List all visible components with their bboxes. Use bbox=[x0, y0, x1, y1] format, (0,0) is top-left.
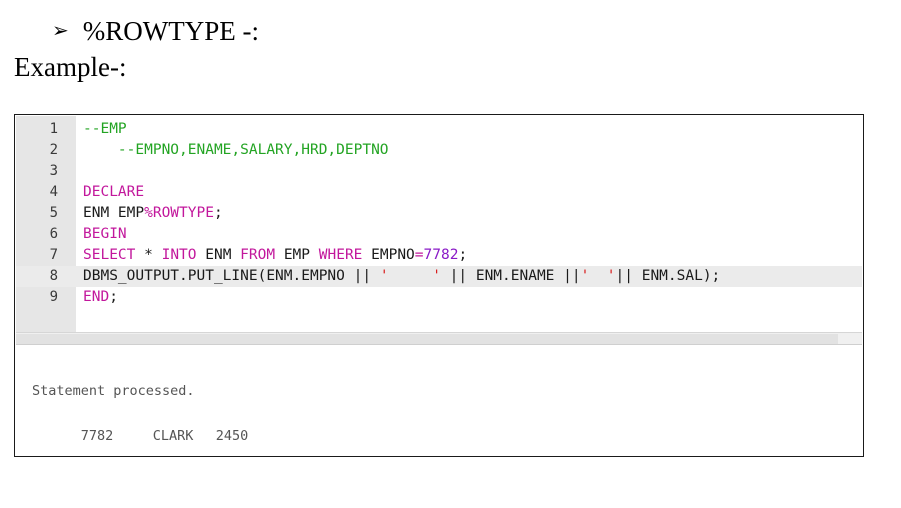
code-line[interactable]: 8 DBMS_OUTPUT.PUT_LINE(ENM.EMPNO || ' ' |… bbox=[16, 266, 862, 287]
code-text: --EMPNO,ENAME,SALARY,HRD,DEPTNO bbox=[83, 140, 389, 161]
output-sal: 2450 bbox=[215, 428, 249, 444]
code-token: || ENM.SAL); bbox=[615, 268, 721, 284]
code-token: EMP bbox=[275, 247, 319, 263]
code-text: --EMP bbox=[83, 119, 127, 140]
code-token: || ENM.ENAME || bbox=[440, 268, 581, 284]
code-token: BEGIN bbox=[83, 226, 127, 242]
code-token: SELECT bbox=[83, 247, 136, 263]
line-number: 3 bbox=[49, 163, 58, 179]
output-empno: 7782 bbox=[80, 428, 114, 444]
code-token: ; bbox=[458, 247, 468, 263]
output-status-text: Statement processed. bbox=[32, 383, 195, 399]
code-text: DBMS_OUTPUT.PUT_LINE(ENM.EMPNO || ' ' ||… bbox=[83, 266, 720, 287]
section-heading-text: %ROWTYPE -: bbox=[82, 16, 259, 46]
code-line[interactable]: 3 bbox=[16, 161, 862, 182]
line-number: 9 bbox=[49, 289, 58, 305]
code-text: DECLARE bbox=[83, 182, 144, 203]
output-panel: Statement processed. 7782 CLARK 2450 bbox=[16, 344, 862, 455]
code-token: ENM EMP bbox=[83, 205, 145, 221]
code-line[interactable]: 2 --EMPNO,ENAME,SALARY,HRD,DEPTNO bbox=[16, 140, 862, 161]
code-token: 7782 bbox=[423, 247, 459, 263]
code-line[interactable]: 9 END; bbox=[16, 287, 862, 308]
output-ename: CLARK bbox=[152, 428, 194, 444]
code-text: ENM EMP%ROWTYPE; bbox=[83, 203, 223, 224]
code-token: ' ' bbox=[580, 268, 616, 284]
line-number: 7 bbox=[49, 247, 58, 263]
code-token: EMPNO bbox=[362, 247, 415, 263]
code-text: SELECT * INTO ENM FROM EMP WHERE EMPNO=7… bbox=[83, 245, 467, 266]
line-number: 4 bbox=[49, 184, 58, 200]
line-number: 5 bbox=[49, 205, 58, 221]
example-label: Example-: bbox=[14, 52, 127, 82]
code-token: --EMPNO,ENAME,SALARY,HRD,DEPTNO bbox=[83, 142, 389, 158]
line-number: 1 bbox=[49, 121, 58, 137]
code-text: END; bbox=[83, 287, 118, 308]
line-number: 2 bbox=[49, 142, 58, 158]
code-token: ; bbox=[109, 289, 118, 305]
code-editor[interactable]: 1 --EMP 2 --EMPNO,ENAME,SALARY,HRD,DEPTNO 3… bbox=[16, 116, 862, 332]
code-token: %ROWTYPE bbox=[144, 205, 214, 221]
code-token: ; bbox=[213, 205, 223, 221]
code-token: DECLARE bbox=[83, 184, 145, 200]
code-token: END bbox=[83, 289, 110, 305]
code-token: = bbox=[414, 247, 424, 263]
code-line[interactable]: 4 DECLARE bbox=[16, 182, 862, 203]
section-heading: ➢ %ROWTYPE -: bbox=[52, 14, 259, 48]
code-token: ' ' bbox=[379, 268, 441, 284]
code-token: WHERE bbox=[318, 247, 363, 263]
scrollbar-thumb[interactable] bbox=[16, 334, 838, 344]
output-result-row: 7782 CLARK 2450 bbox=[32, 406, 249, 466]
code-text: BEGIN bbox=[83, 224, 127, 245]
arrow-bullet-icon: ➢ bbox=[52, 18, 69, 42]
code-line[interactable]: 6 BEGIN bbox=[16, 224, 862, 245]
code-line[interactable]: 7 SELECT * INTO ENM FROM EMP WHERE EMPNO=… bbox=[16, 245, 862, 266]
code-line[interactable]: 1 --EMP bbox=[16, 119, 862, 140]
code-token: FROM bbox=[240, 247, 276, 263]
code-token: * bbox=[135, 247, 162, 263]
code-token: INTO bbox=[161, 247, 197, 263]
line-number: 6 bbox=[49, 226, 58, 242]
code-token: ENM bbox=[196, 247, 241, 263]
sql-worksheet: 1 --EMP 2 --EMPNO,ENAME,SALARY,HRD,DEPTNO 3… bbox=[14, 114, 864, 457]
line-number: 8 bbox=[49, 268, 58, 284]
code-token: --EMP bbox=[83, 121, 127, 137]
code-token: DBMS_OUTPUT.PUT_LINE(ENM.EMPNO || bbox=[83, 268, 380, 284]
code-line[interactable]: 5 ENM EMP%ROWTYPE; bbox=[16, 203, 862, 224]
